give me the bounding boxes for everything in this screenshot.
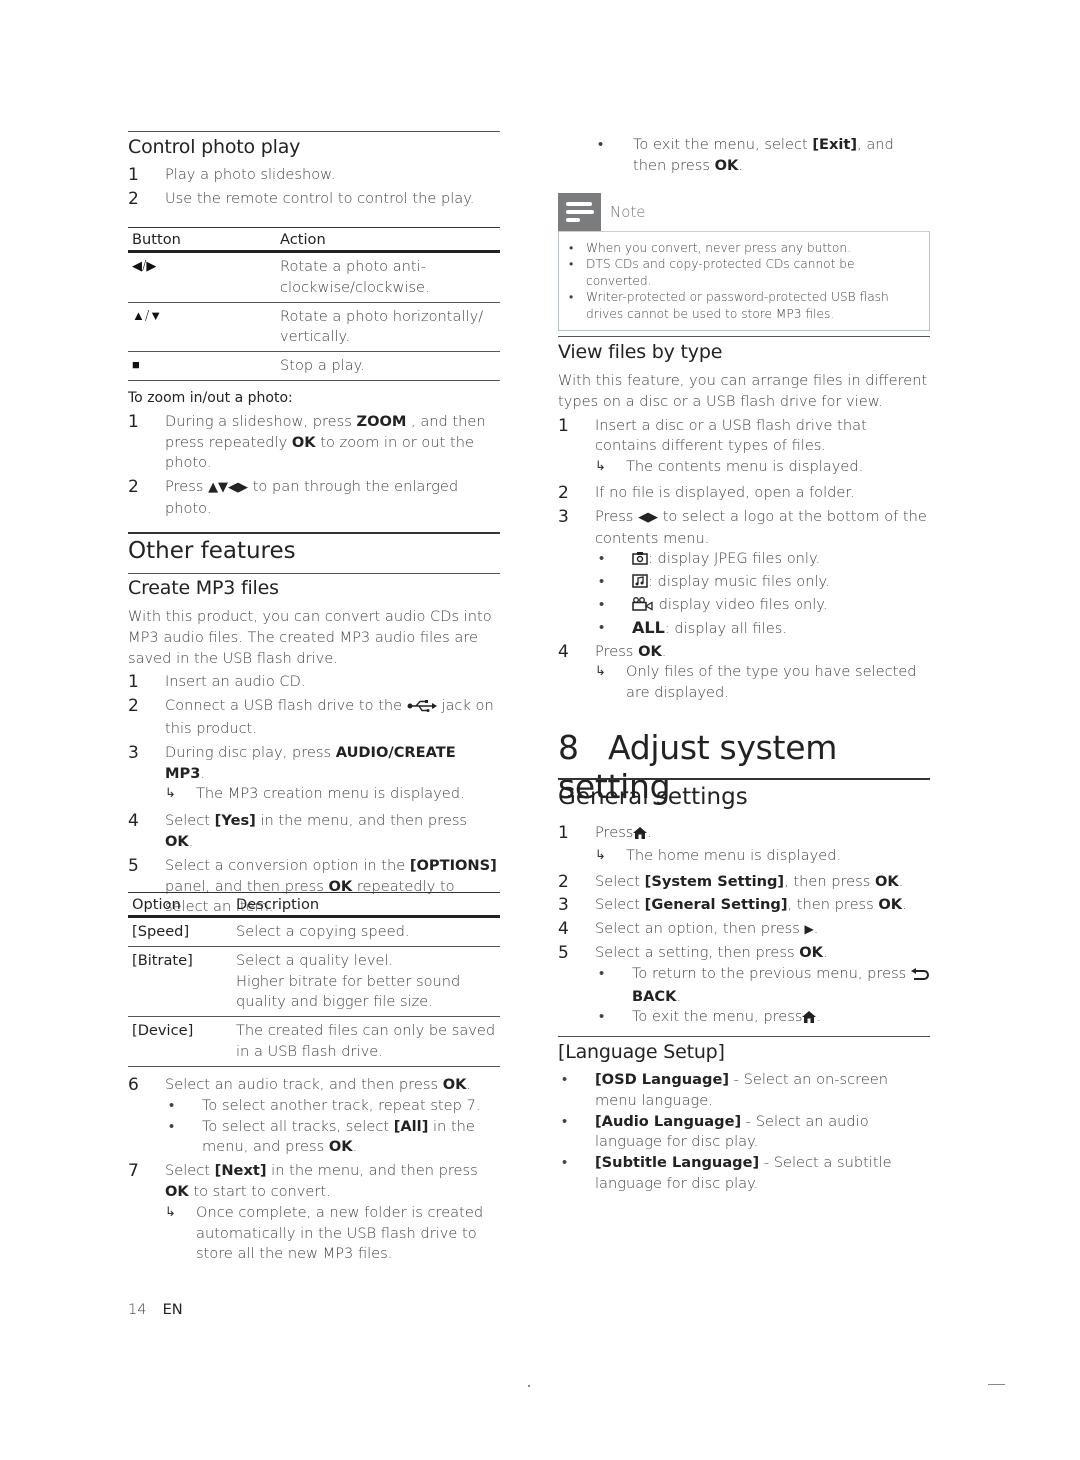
step-item: 1 Insert a disc or a USB flash drive that… <box>558 416 930 478</box>
create-mp3-intro: With this product, you can convert audio… <box>128 608 492 667</box>
button-action-table: Button Action ◀/▶ Rotate a photo anti-cl… <box>128 227 500 381</box>
step-item: 2 Select [System Setting], then press OK. <box>558 871 904 892</box>
navigation-arrows-icon: ▲▼◀▶ <box>208 480 249 496</box>
bullet-item: • To return to the previous menu, press … <box>595 964 930 1008</box>
step-item: 7 Select [Next] in the menu, and then pre… <box>128 1161 500 1265</box>
step-item: 1 During a slideshow, press ZOOM , and th… <box>128 411 486 472</box>
section-title-view-files: View files by type <box>558 341 723 363</box>
usb-icon <box>407 698 437 719</box>
stop-icon: ■ <box>128 351 276 381</box>
note-panel: Note • When you convert, never press any … <box>558 193 930 332</box>
step-item: 4 Press OK. ↳ Only files of the type you h… <box>558 642 930 704</box>
bullet-item: • [Audio Language] - Select an audio lang… <box>562 1112 869 1151</box>
step-item: 5 Select a setting, then press OK. • To r… <box>558 943 930 1030</box>
left-right-arrows-icon: ◀/▶ <box>128 251 276 303</box>
bullet-item: • [OSD Language] - Select an on-screen me… <box>562 1071 889 1109</box>
table-row: ◀/▶ Rotate a photo anti-clockwise/clockw… <box>128 251 500 303</box>
section-divider <box>558 336 930 337</box>
table-row: [Bitrate] Select a quality level. Higher… <box>128 946 500 1018</box>
crop-mark <box>988 1384 1005 1385</box>
video-icon <box>632 597 654 618</box>
option-description-table: Option Description [Speed] Select a copy… <box>128 892 500 1067</box>
music-icon <box>632 574 648 595</box>
result-item: ↳ The home menu is displayed. <box>595 846 930 867</box>
left-right-arrows-icon: ◀▶ <box>638 509 659 525</box>
right-arrow-icon: ▶ <box>804 922 814 937</box>
result-arrow-icon: ↳ <box>595 847 606 863</box>
step-item: 2 Press ▲▼◀▶ to pan through the enlarged … <box>128 477 459 517</box>
step-item: 1 Play a photo slideshow. <box>128 165 336 185</box>
section-divider <box>128 532 500 534</box>
step-item: 4 Select an option, then press ▶. <box>558 919 819 940</box>
section-title-control-photo-play: Control photo play <box>128 136 301 158</box>
bullet-item: • To select all tracks, select [All] in t… <box>169 1117 475 1156</box>
result-item: ↳ Only files of the type you have selecte… <box>595 663 917 702</box>
bullet-item: • : display music files only. <box>595 572 930 595</box>
bullet-item: • To select another track, repeat step 7. <box>169 1096 481 1114</box>
photo-icon <box>632 551 648 572</box>
bullet-item: • : display JPEG files only. <box>595 549 930 572</box>
crop-mark <box>528 1385 530 1387</box>
bullet-item: • display video files only. <box>595 595 930 618</box>
page-footer: 14 EN <box>128 1301 183 1318</box>
bullet-item: • [Subtitle Language] - Select a subtitle… <box>562 1154 892 1192</box>
up-down-arrows-icon: ▲/▼ <box>128 302 276 353</box>
table-header: Description <box>232 892 500 918</box>
section-divider <box>128 573 500 574</box>
note-box: • When you convert, never press any butto… <box>558 231 930 332</box>
result-arrow-icon: ↳ <box>595 664 606 680</box>
note-item: • DTS CDs and copy-protected CDs cannot b… <box>569 257 855 288</box>
page-number: 14 <box>128 1301 147 1318</box>
note-item: • When you convert, never press any butto… <box>569 241 851 255</box>
result-item: ↳ Once complete, a new folder is created … <box>165 1203 484 1263</box>
section-divider <box>558 1036 930 1037</box>
note-icon <box>558 193 601 231</box>
home-icon <box>802 1009 817 1030</box>
section-divider <box>558 778 930 780</box>
bullet-item: • ALL: display all files. <box>599 617 787 637</box>
step-item: 4 Select [Yes] in the menu, and then pres… <box>128 811 468 850</box>
step-item: 1 Insert an audio CD. <box>128 672 306 693</box>
back-icon <box>910 966 929 987</box>
view-files-intro: With this feature, you can arrange files… <box>558 372 928 410</box>
table-header: Option <box>128 892 232 918</box>
section-title-general-settings: General settings <box>558 784 748 810</box>
section-title-other-features: Other features <box>128 538 296 564</box>
home-icon <box>633 825 648 846</box>
step-item: 2 Use the remote control to control the p… <box>128 188 475 209</box>
zoom-label: To zoom in/out a photo: <box>128 390 293 406</box>
section-title-create-mp3: Create MP3 files <box>128 577 279 599</box>
result-arrow-icon: ↳ <box>165 1204 176 1220</box>
result-item: ↳ The MP3 creation menu is displayed. <box>165 784 500 805</box>
table-header: Action <box>276 227 500 253</box>
table-row: ■ Stop a play. <box>128 351 500 381</box>
bullet-item: • To exit the menu, press. <box>595 1007 930 1030</box>
chapter-number: 8 <box>558 728 579 767</box>
step-item: 3 During disc play, press AUDIO/CREATE MP… <box>128 743 500 805</box>
result-arrow-icon: ↳ <box>595 459 606 475</box>
step-item: 3 Press ◀▶ to select a logo at the bottom… <box>558 507 930 640</box>
note-item: • Writer-protected or password-protected … <box>569 290 889 321</box>
note-title: Note <box>610 203 646 221</box>
step-item: 1 Press. ↳ The home menu is displayed. <box>558 823 930 867</box>
language-code: EN <box>162 1301 183 1318</box>
step-item: 2 Connect a USB flash drive to the jack o… <box>128 696 494 737</box>
section-title-language-setup: [Language Setup] <box>558 1041 725 1063</box>
step-item: 3 Select [General Setting], then press OK… <box>558 895 907 916</box>
table-row: ▲/▼ Rotate a photo horizontally/ vertica… <box>128 302 500 353</box>
step-item: 6 Select an audio track, and then press O… <box>128 1075 500 1158</box>
result-item: ↳ The contents menu is displayed. <box>595 457 930 478</box>
table-row: [Speed] Select a copying speed. <box>128 916 500 947</box>
table-row: [Device] The created files can only be s… <box>128 1016 500 1067</box>
bullet-item: • To exit the menu, select [Exit], and t… <box>598 136 894 174</box>
table-header: Button <box>128 227 276 253</box>
step-item: 2 If no file is displayed, open a folder. <box>558 482 855 503</box>
result-arrow-icon: ↳ <box>165 786 176 802</box>
section-divider <box>128 131 500 132</box>
